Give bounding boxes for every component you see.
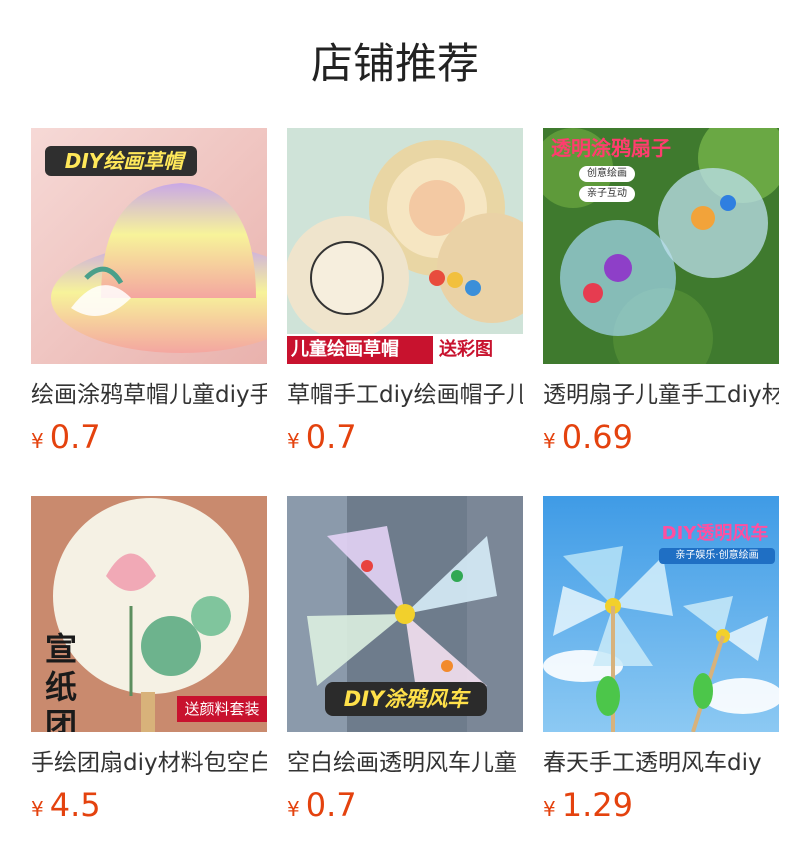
product-card[interactable]: 宣纸团扇 送颜料套装 手绘团扇diy材料包空白 ¥4.5 <box>31 496 267 824</box>
image-badge-text: 送颜料套装 <box>184 700 260 718</box>
product-name[interactable]: 绘画涂鸦草帽儿童diy手工 <box>31 380 267 410</box>
product-name[interactable]: 手绘团扇diy材料包空白 <box>31 748 267 778</box>
product-name[interactable]: 草帽手工diy绘画帽子儿童 <box>287 380 523 410</box>
currency-symbol: ¥ <box>287 429 300 453</box>
product-card[interactable]: 透明涂鸦扇子 创意绘画 亲子互动 透明扇子儿童手工diy材料 ¥0.69 <box>543 128 779 456</box>
image-banner-text: DIY涂鸦风车 <box>343 687 469 711</box>
product-price: ¥0.69 <box>543 418 633 456</box>
price-value: 0.7 <box>305 418 357 456</box>
image-tag-text: 亲子互动 <box>587 188 627 199</box>
product-image[interactable]: 儿童绘画草帽 送彩图 <box>287 128 523 364</box>
price-value: 0.69 <box>561 418 633 456</box>
page-title: 店铺推荐 <box>310 39 479 88</box>
product-card[interactable]: DIY绘画草帽 绘画涂鸦草帽儿童diy手工 ¥0.7 <box>31 128 267 456</box>
product-name[interactable]: 透明扇子儿童手工diy材料 <box>543 380 779 410</box>
product-image[interactable]: DIY绘画草帽 <box>31 128 267 364</box>
product-name[interactable]: 空白绘画透明风车儿童 <box>287 748 523 778</box>
image-banner-text: DIY透明风车 <box>661 523 769 544</box>
product-image[interactable]: DIY涂鸦风车 <box>287 496 523 732</box>
image-badge-text: 送彩图 <box>439 339 493 360</box>
product-price: ¥4.5 <box>31 786 101 824</box>
product-price: ¥0.7 <box>287 786 357 824</box>
product-card[interactable]: 儿童绘画草帽 送彩图 草帽手工diy绘画帽子儿童 ¥0.7 <box>287 128 523 456</box>
currency-symbol: ¥ <box>287 797 300 821</box>
image-title-text: 宣纸团扇 <box>45 630 78 732</box>
product-price: ¥0.7 <box>287 418 357 456</box>
image-banner-text: 透明涂鸦扇子 <box>551 136 671 160</box>
image-tag-text: 创意绘画 <box>587 168 627 179</box>
currency-symbol: ¥ <box>543 429 556 453</box>
price-value: 0.7 <box>49 418 101 456</box>
price-value: 1.29 <box>561 786 633 824</box>
image-banner-text: DIY绘画草帽 <box>64 149 184 173</box>
image-subtitle-text: 亲子娱乐·创意绘画 <box>659 548 775 564</box>
currency-symbol: ¥ <box>31 429 44 453</box>
price-value: 0.7 <box>305 786 357 824</box>
product-card[interactable]: DIY透明风车 亲子娱乐·创意绘画 春天手工透明风车diy ¥1.29 <box>543 496 779 824</box>
product-image[interactable]: 透明涂鸦扇子 创意绘画 亲子互动 <box>543 128 779 364</box>
price-value: 4.5 <box>49 786 101 824</box>
product-image[interactable]: 宣纸团扇 送颜料套装 <box>31 496 267 732</box>
currency-symbol: ¥ <box>543 797 556 821</box>
product-name[interactable]: 春天手工透明风车diy <box>543 748 779 778</box>
currency-symbol: ¥ <box>31 797 44 821</box>
product-price: ¥0.7 <box>31 418 101 456</box>
product-card[interactable]: DIY涂鸦风车 空白绘画透明风车儿童 ¥0.7 <box>287 496 523 824</box>
image-banner-text: 儿童绘画草帽 <box>291 339 399 360</box>
product-image[interactable]: DIY透明风车 亲子娱乐·创意绘画 <box>543 496 779 732</box>
product-price: ¥1.29 <box>543 786 633 824</box>
